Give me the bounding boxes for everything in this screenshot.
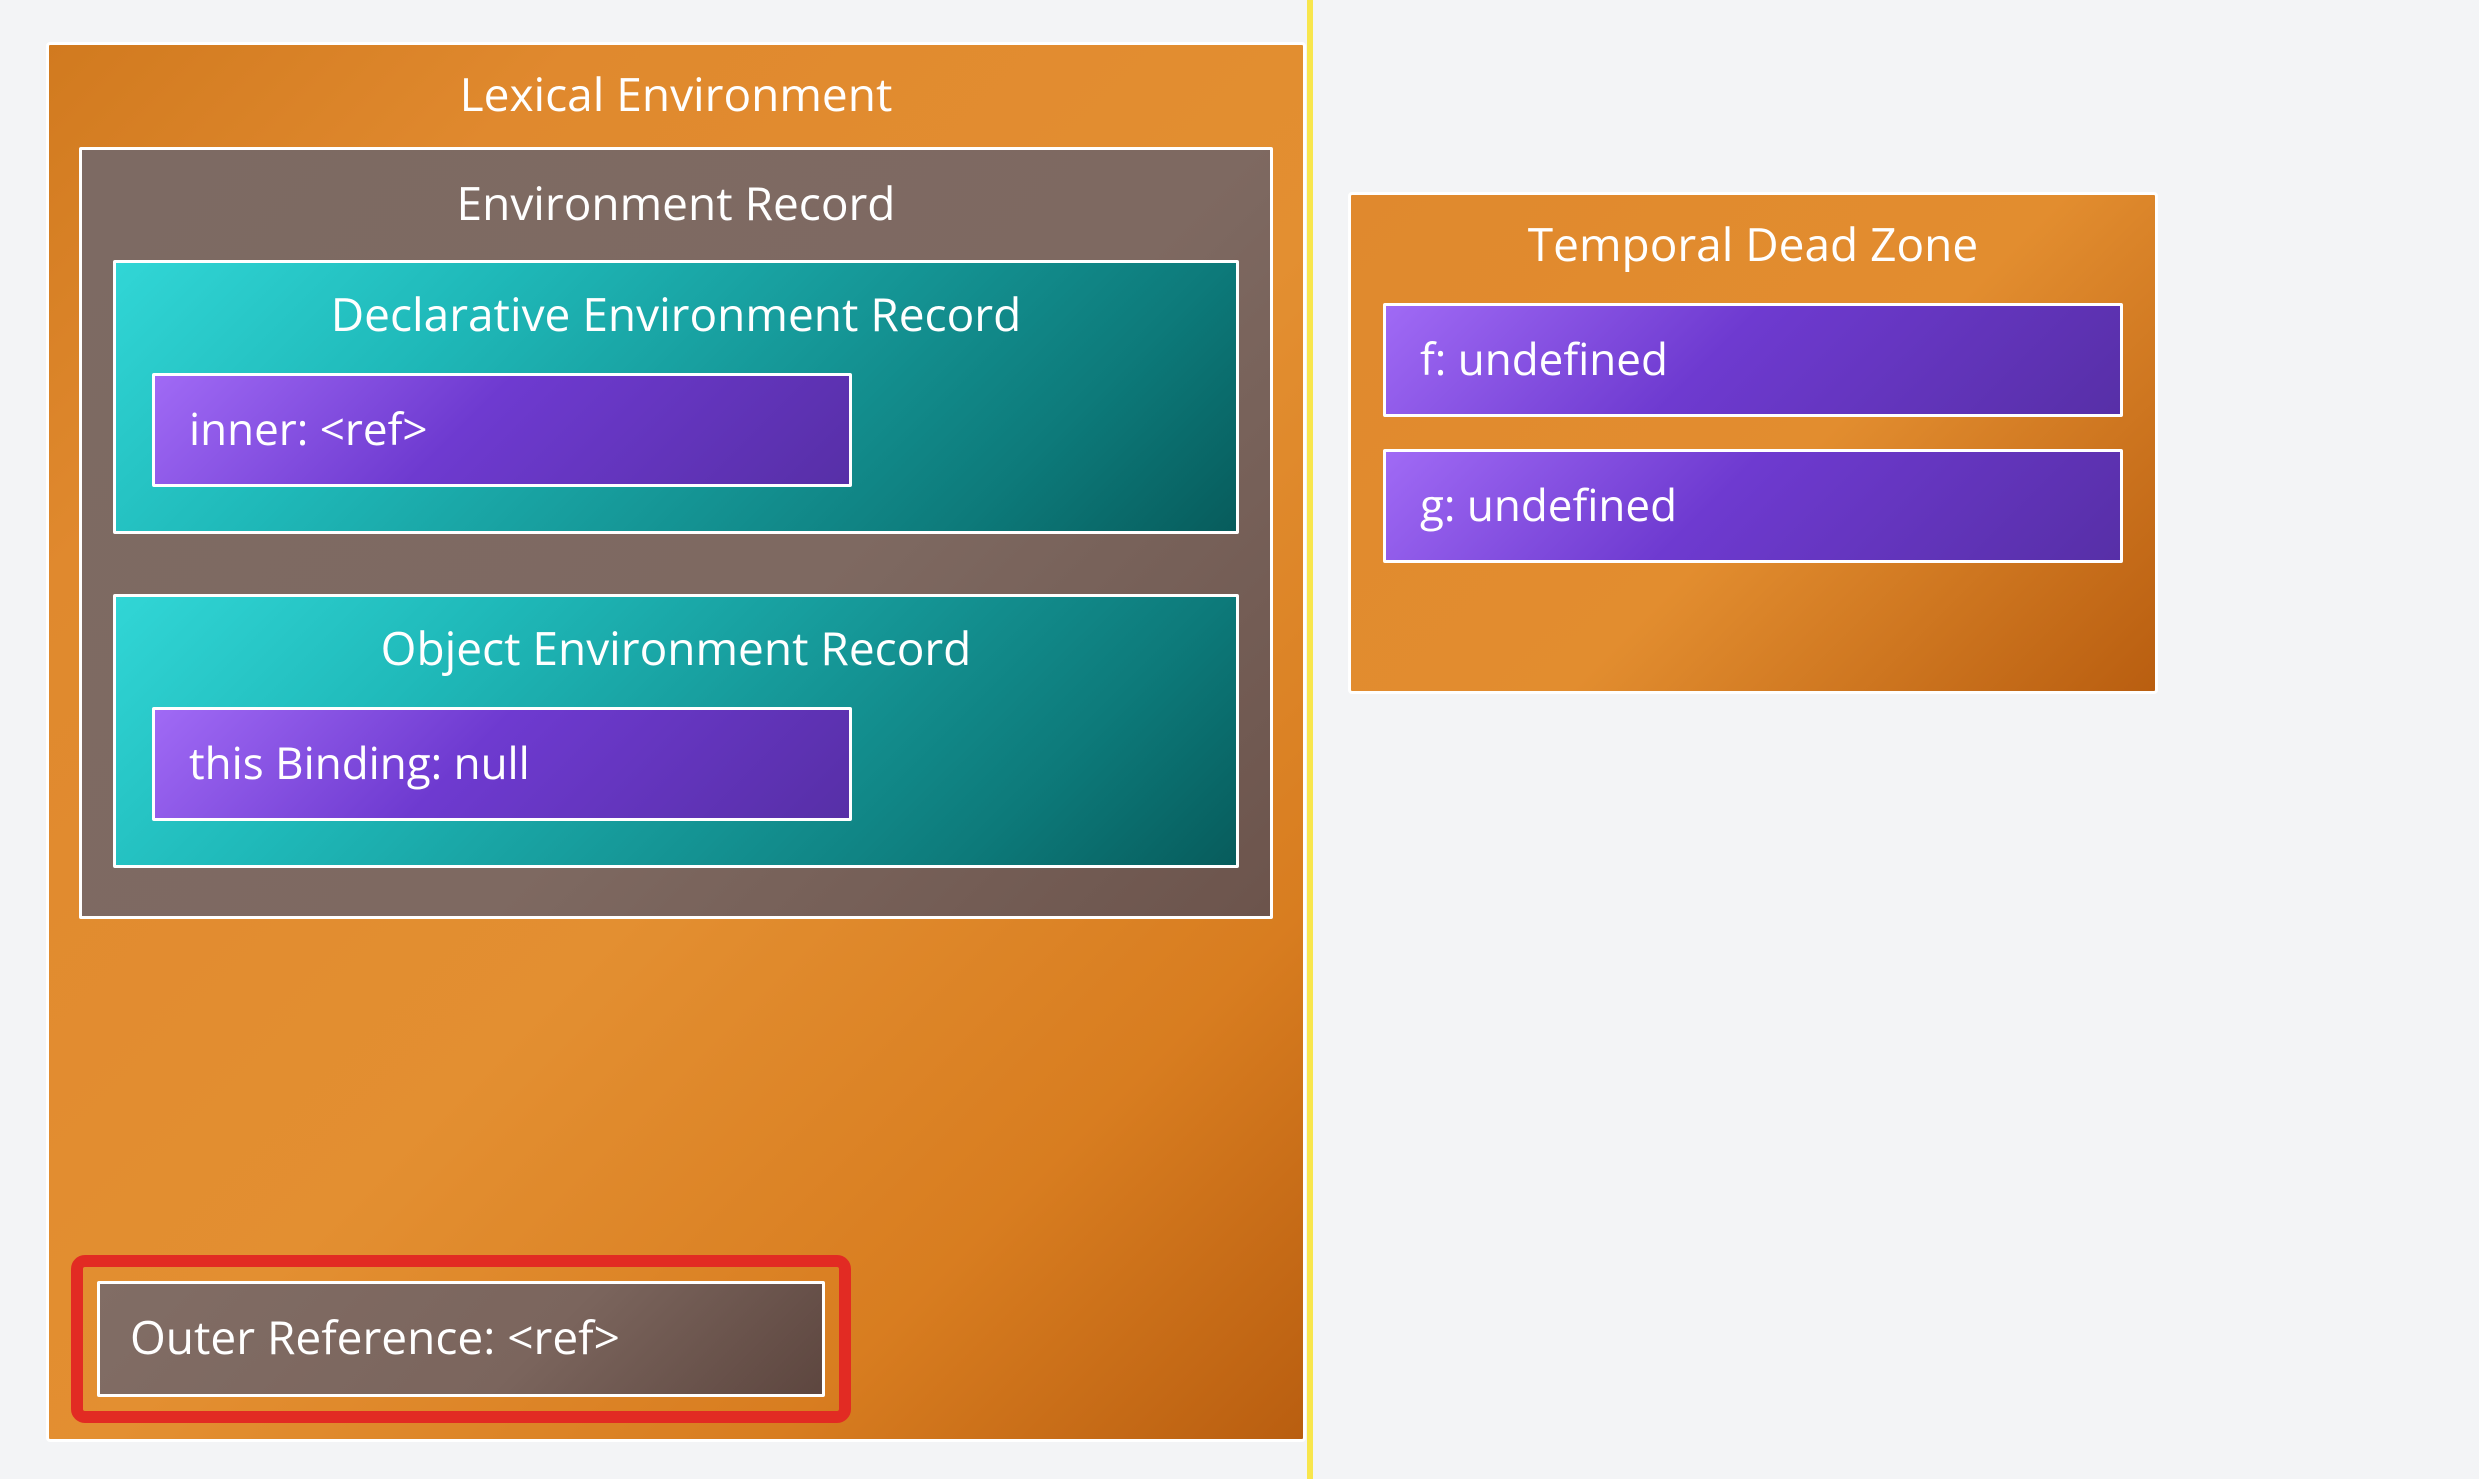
temporal-dead-zone-box: Temporal Dead Zone f: undefined g: undef… [1348, 192, 2158, 694]
outer-reference-highlight: Outer Reference: <ref> [71, 1255, 851, 1423]
lexical-environment-box: Lexical Environment Environment Record D… [46, 42, 1306, 1442]
outer-reference-box: Outer Reference: <ref> [97, 1281, 825, 1397]
binding-this: this Binding: null [152, 707, 852, 821]
binding-g: g: undefined [1383, 449, 2123, 563]
yellow-divider [1307, 0, 1313, 1479]
declarative-environment-record-box: Declarative Environment Record inner: <r… [113, 260, 1239, 534]
diagram-canvas: Lexical Environment Environment Record D… [0, 0, 2479, 1479]
environment-record-box: Environment Record Declarative Environme… [79, 147, 1273, 919]
lexical-environment-title: Lexical Environment [460, 63, 893, 125]
declarative-environment-record-title: Declarative Environment Record [331, 283, 1021, 345]
object-environment-record-box: Object Environment Record this Binding: … [113, 594, 1239, 868]
temporal-dead-zone-title: Temporal Dead Zone [1528, 213, 1978, 275]
object-environment-record-title: Object Environment Record [381, 617, 972, 679]
binding-inner: inner: <ref> [152, 373, 852, 487]
binding-f: f: undefined [1383, 303, 2123, 417]
environment-record-title: Environment Record [457, 172, 896, 234]
